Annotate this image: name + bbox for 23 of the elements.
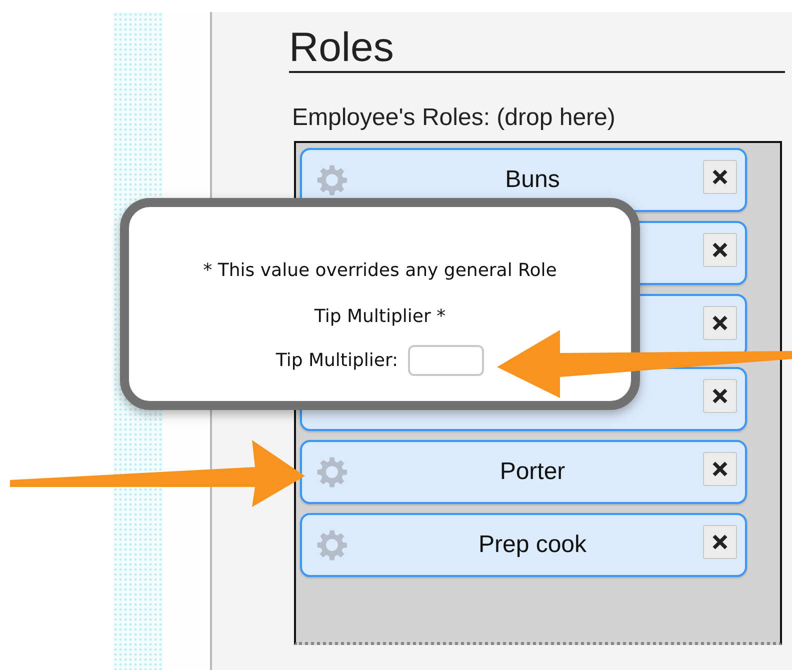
role-name: Buns [504, 166, 561, 194]
close-icon [712, 169, 728, 185]
role-item[interactable]: Prep cook [300, 513, 747, 577]
close-icon [712, 388, 728, 404]
remove-button[interactable] [703, 160, 737, 194]
role-name: Porter [498, 458, 566, 486]
popup-text: Tip Multiplier * [313, 305, 447, 328]
close-icon [712, 315, 728, 331]
remove-button[interactable] [703, 525, 737, 559]
field-label: Tip Multiplier: [276, 350, 398, 371]
role-name: Prep cook [477, 531, 588, 559]
drop-label: Employee's Roles: (drop here) [292, 103, 616, 133]
popup-text: * This value overrides any general Role [202, 259, 558, 282]
close-icon [712, 461, 728, 477]
section-title: Roles [289, 24, 785, 73]
role-item[interactable]: Porter [300, 440, 747, 504]
close-icon [712, 242, 728, 258]
remove-button[interactable] [703, 233, 737, 267]
tip-multiplier-field[interactable] [408, 345, 484, 376]
remove-button[interactable] [703, 452, 737, 486]
remove-button[interactable] [703, 306, 737, 340]
close-icon [712, 534, 728, 550]
remove-button[interactable] [703, 379, 737, 413]
